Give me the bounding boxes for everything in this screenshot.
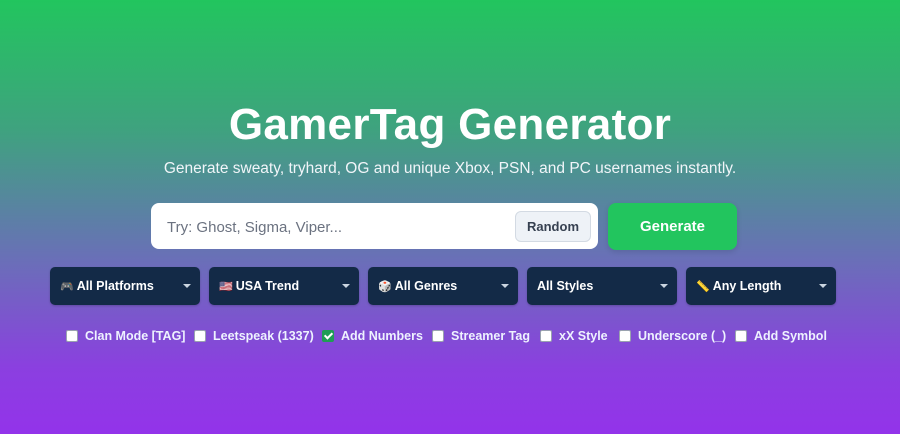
chevron-down-icon: [660, 284, 668, 288]
random-button[interactable]: Random: [515, 211, 591, 242]
chevron-down-icon: [501, 284, 509, 288]
style-select-value: All Styles: [537, 279, 594, 293]
filter-selects: 🎮 All Platforms 🇺🇸 USA Trend 🎲 All Genre…: [50, 267, 850, 305]
chevron-down-icon: [183, 284, 191, 288]
xx-style-label: xX Style: [559, 329, 608, 343]
ruler-icon: 📏: [696, 280, 710, 293]
add-symbol-checkbox[interactable]: [735, 330, 747, 342]
genre-select-value: All Genres: [394, 279, 458, 293]
genre-select[interactable]: 🎲 All Genres: [368, 267, 518, 305]
underscore-checkbox[interactable]: [619, 330, 631, 342]
page-title: GamerTag Generator: [228, 100, 672, 149]
style-select[interactable]: All Styles: [527, 267, 677, 305]
option-xx-style[interactable]: xX Style: [540, 327, 608, 345]
streamer-tag-label: Streamer Tag: [451, 329, 530, 343]
clan-mode-checkbox[interactable]: [66, 330, 78, 342]
options-row: Clan Mode [TAG] Leetspeak (1337) Add Num…: [0, 327, 900, 345]
underscore-label: Underscore (_): [638, 329, 727, 343]
xx-style-checkbox[interactable]: [540, 330, 552, 342]
chevron-down-icon: [819, 284, 827, 288]
length-select-value: Any Length: [712, 279, 782, 293]
option-streamer-tag[interactable]: Streamer Tag: [432, 327, 530, 345]
length-select[interactable]: 📏 Any Length: [686, 267, 836, 305]
option-clan-mode[interactable]: Clan Mode [TAG]: [66, 327, 185, 345]
add-symbol-label: Add Symbol: [754, 329, 827, 343]
leetspeak-label: Leetspeak (1337): [213, 329, 314, 343]
dice-icon: 🎲: [378, 280, 392, 293]
clan-mode-label: Clan Mode [TAG]: [85, 329, 186, 343]
platform-select[interactable]: 🎮 All Platforms: [50, 267, 200, 305]
option-underscore[interactable]: Underscore (_): [619, 327, 726, 345]
search-box: Random: [151, 203, 598, 251]
generate-button[interactable]: Generate: [608, 203, 737, 250]
option-leetspeak[interactable]: Leetspeak (1337): [194, 327, 314, 345]
streamer-tag-checkbox[interactable]: [432, 330, 444, 342]
gamepad-icon: 🎮: [60, 280, 74, 293]
add-numbers-checkbox[interactable]: [322, 330, 334, 342]
option-add-symbol[interactable]: Add Symbol: [735, 327, 827, 345]
chevron-down-icon: [342, 284, 350, 288]
option-add-numbers[interactable]: Add Numbers: [322, 327, 423, 345]
platform-select-value: All Platforms: [76, 279, 154, 293]
add-numbers-label: Add Numbers: [341, 329, 423, 343]
leetspeak-checkbox[interactable]: [194, 330, 206, 342]
search-input[interactable]: [165, 203, 509, 251]
us-flag-icon: 🇺🇸: [219, 280, 233, 293]
region-select-value: USA Trend: [235, 279, 300, 293]
region-select[interactable]: 🇺🇸 USA Trend: [209, 267, 359, 305]
page-subtitle: Generate sweaty, tryhard, OG and unique …: [163, 160, 737, 177]
